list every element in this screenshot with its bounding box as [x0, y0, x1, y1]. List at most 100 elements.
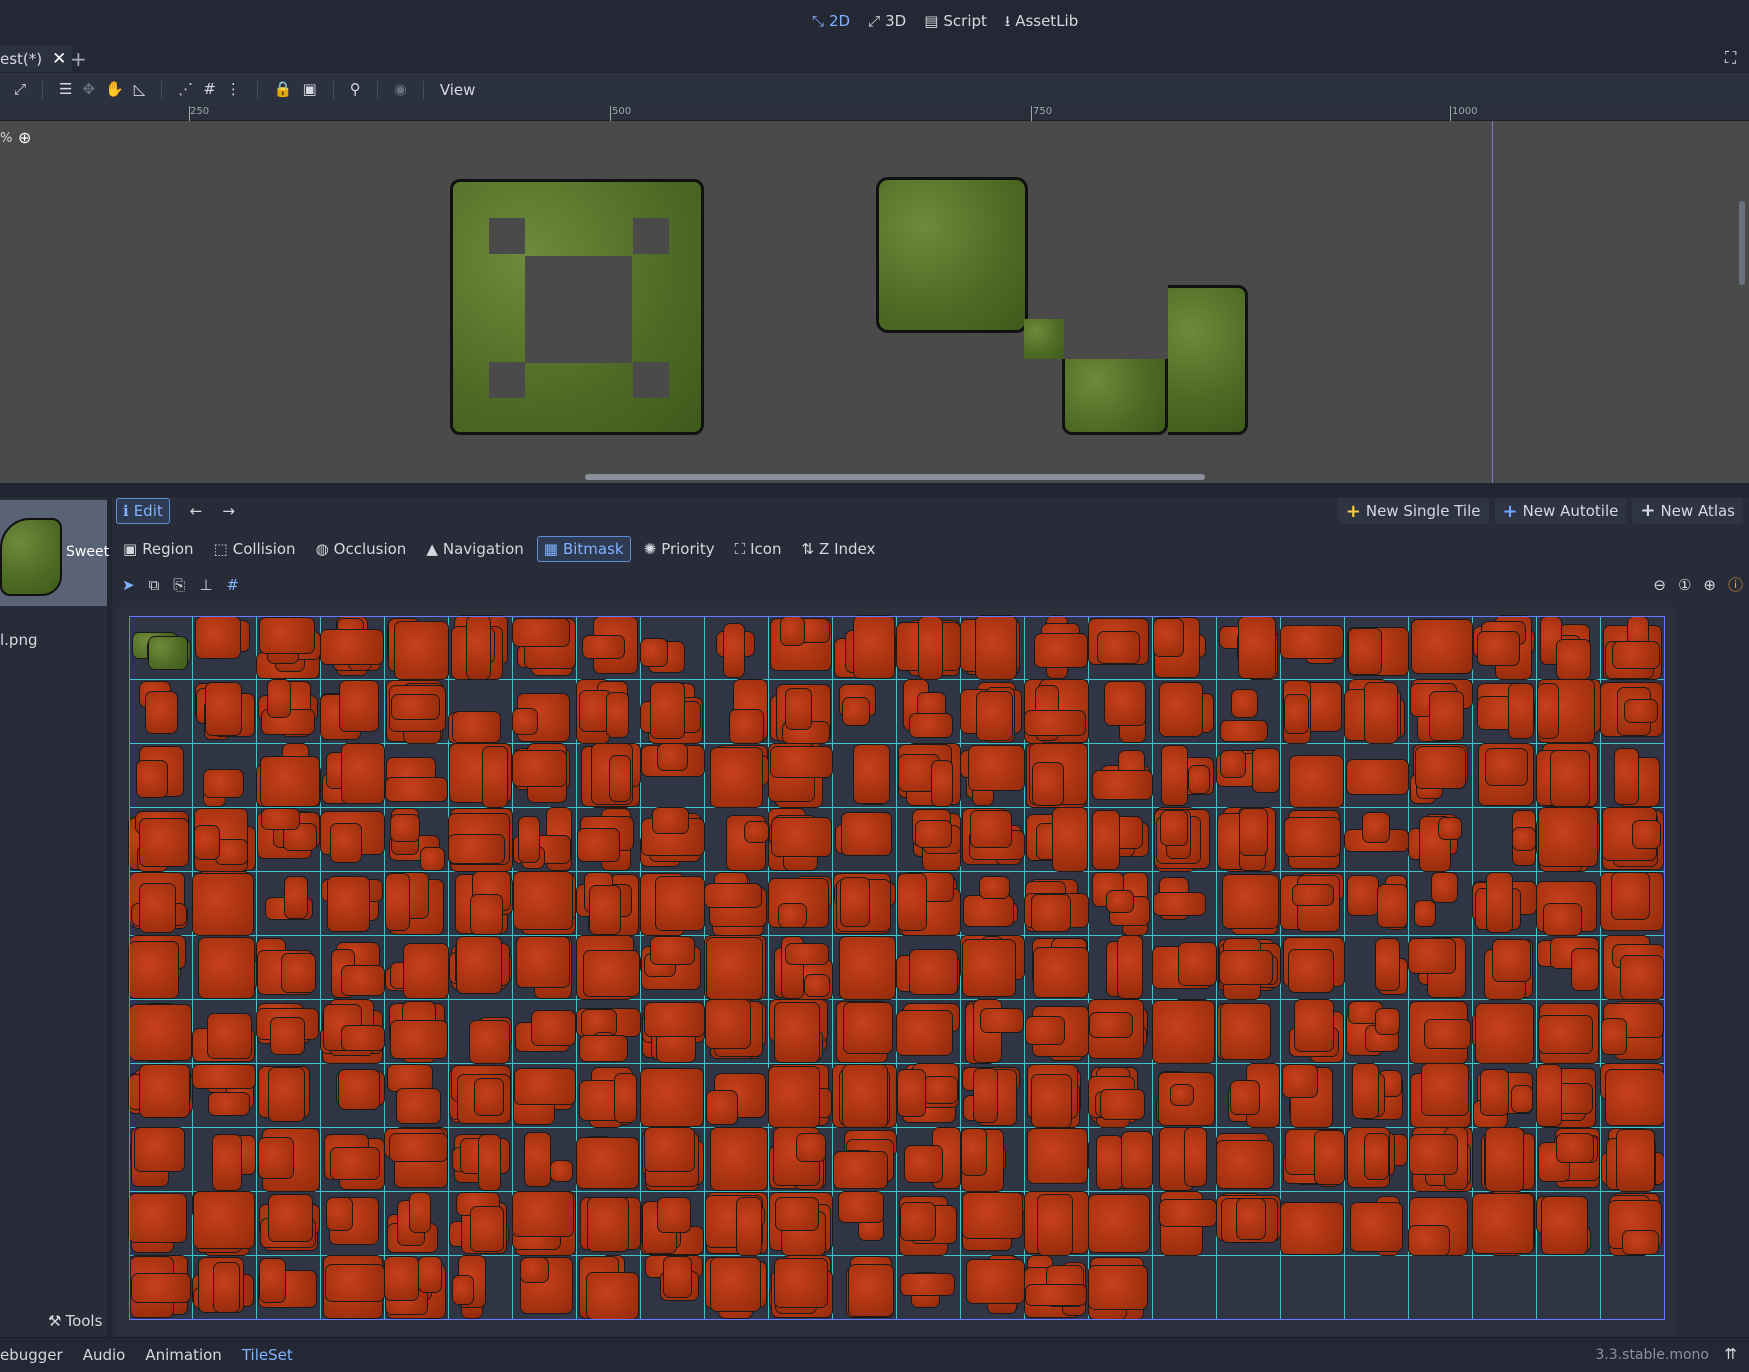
- tile-cell[interactable]: [385, 1000, 449, 1064]
- tile-cell[interactable]: [1601, 936, 1665, 1000]
- new-single-tile-button[interactable]: + New Single Tile: [1337, 498, 1489, 524]
- tile-cell[interactable]: [897, 616, 961, 680]
- tile-cell[interactable]: [1089, 1128, 1153, 1192]
- tile-cell[interactable]: [1153, 744, 1217, 808]
- tile-cell[interactable]: [1601, 1256, 1665, 1320]
- tile-cell[interactable]: [385, 808, 449, 872]
- tile-cell[interactable]: [513, 616, 577, 680]
- tile-cell[interactable]: [769, 1192, 833, 1256]
- group-icon[interactable]: ▣: [303, 82, 317, 97]
- tile-cell[interactable]: [513, 1128, 577, 1192]
- tile-cell[interactable]: [1153, 1128, 1217, 1192]
- tile-cell[interactable]: [1473, 680, 1537, 744]
- tile-cell[interactable]: [1217, 1000, 1281, 1064]
- tile-cell[interactable]: [1537, 680, 1601, 744]
- tab-audio[interactable]: Audio: [83, 1346, 126, 1364]
- tile-cell[interactable]: [641, 1000, 705, 1064]
- tile-cell[interactable]: [1025, 680, 1089, 744]
- tile-cell[interactable]: [513, 744, 577, 808]
- tile-cell[interactable]: [1473, 1128, 1537, 1192]
- tile-cell[interactable]: [1153, 616, 1217, 680]
- tile-cell[interactable]: [641, 1128, 705, 1192]
- tile-cell[interactable]: [833, 744, 897, 808]
- new-autotile-button[interactable]: + New Autotile: [1494, 498, 1627, 524]
- panel-toggle-icon[interactable]: ⇈: [1724, 1347, 1737, 1362]
- tile-cell[interactable]: [641, 744, 705, 808]
- tile-cell[interactable]: [1537, 744, 1601, 808]
- tile-cell[interactable]: [961, 1192, 1025, 1256]
- texture-list-item[interactable]: Sweet: [0, 500, 109, 606]
- tile-cell[interactable]: [705, 1064, 769, 1128]
- tile-cell[interactable]: [1601, 616, 1665, 680]
- tile-cell[interactable]: [1345, 1000, 1409, 1064]
- tile-cell[interactable]: [449, 680, 513, 744]
- tile-cell[interactable]: [961, 808, 1025, 872]
- tile-cell[interactable]: [1281, 1256, 1345, 1320]
- tile-cell[interactable]: [961, 1256, 1025, 1320]
- tile-cell[interactable]: [1537, 1000, 1601, 1064]
- new-atlas-button[interactable]: + New Atlas: [1632, 498, 1743, 524]
- texture-file-name[interactable]: l.png: [0, 631, 38, 649]
- tile-cell[interactable]: [385, 680, 449, 744]
- tile-cell[interactable]: [961, 936, 1025, 1000]
- tile-cell[interactable]: [1089, 680, 1153, 744]
- tile-cell[interactable]: [129, 1128, 193, 1192]
- tile-cell[interactable]: [961, 744, 1025, 808]
- zoom-reset-icon[interactable]: ①: [1678, 577, 1691, 593]
- tile-cell[interactable]: [1473, 744, 1537, 808]
- close-icon[interactable]: ✕: [52, 50, 66, 68]
- tile-cell[interactable]: [705, 680, 769, 744]
- tile-cell[interactable]: [129, 744, 193, 808]
- tools-button[interactable]: ⚒ Tools: [48, 1312, 102, 1330]
- tile-cell[interactable]: [1409, 616, 1473, 680]
- tile-cell[interactable]: [513, 1192, 577, 1256]
- tile-cell[interactable]: [1537, 1192, 1601, 1256]
- tile-cell[interactable]: [193, 1192, 257, 1256]
- more-snap-icon[interactable]: ⋮: [226, 82, 241, 97]
- ruler-icon[interactable]: ◺: [134, 82, 146, 97]
- tile-cell[interactable]: [1537, 1064, 1601, 1128]
- tile-cell[interactable]: [1089, 872, 1153, 936]
- tab-tileset[interactable]: TileSet: [242, 1346, 293, 1364]
- tile-cell[interactable]: [385, 1192, 449, 1256]
- tile-cell[interactable]: [321, 1256, 385, 1320]
- tile-cell[interactable]: [769, 1064, 833, 1128]
- tab-z-index[interactable]: ⇅ Z Index: [794, 536, 882, 562]
- tab-bitmask[interactable]: ▦ Bitmask: [536, 536, 631, 562]
- tile-cell[interactable]: [1025, 1192, 1089, 1256]
- tile-cell[interactable]: [1473, 1192, 1537, 1256]
- tile-cell[interactable]: [833, 1128, 897, 1192]
- tile-cell[interactable]: [833, 808, 897, 872]
- tile-cell[interactable]: [1473, 936, 1537, 1000]
- tile-cell[interactable]: [1409, 1128, 1473, 1192]
- tile-cell[interactable]: [705, 616, 769, 680]
- tile-cell[interactable]: [1345, 1064, 1409, 1128]
- tile-cell[interactable]: [321, 808, 385, 872]
- select-arrow-icon[interactable]: ➤: [122, 577, 135, 593]
- tile-cell[interactable]: [897, 1128, 961, 1192]
- tile-cell[interactable]: [1217, 680, 1281, 744]
- tile-cell[interactable]: [449, 808, 513, 872]
- tile-cell[interactable]: [1025, 1256, 1089, 1320]
- tile-cell[interactable]: [321, 1000, 385, 1064]
- tile-cell[interactable]: [1217, 616, 1281, 680]
- tile-cell[interactable]: [1601, 1192, 1665, 1256]
- tile-cell[interactable]: [193, 1128, 257, 1192]
- tile-cell[interactable]: [1345, 808, 1409, 872]
- lock-icon[interactable]: 🔒: [274, 82, 293, 97]
- grid-snap-icon[interactable]: #: [203, 82, 216, 97]
- tile-cell[interactable]: [705, 872, 769, 936]
- tile-cell[interactable]: [257, 936, 321, 1000]
- tile-cell[interactable]: [1025, 616, 1089, 680]
- tile-cell[interactable]: [449, 1192, 513, 1256]
- tile-cell[interactable]: [1281, 680, 1345, 744]
- tile-cell[interactable]: [769, 808, 833, 872]
- tab-region[interactable]: ▣ Region: [116, 536, 201, 562]
- tile-cell[interactable]: [897, 1192, 961, 1256]
- tile-cell[interactable]: [449, 744, 513, 808]
- tile-cell[interactable]: [577, 1000, 641, 1064]
- tile-cell[interactable]: [385, 1256, 449, 1320]
- tile-cell[interactable]: [577, 1128, 641, 1192]
- tile-cell[interactable]: [1153, 1000, 1217, 1064]
- tile-cell[interactable]: [193, 1000, 257, 1064]
